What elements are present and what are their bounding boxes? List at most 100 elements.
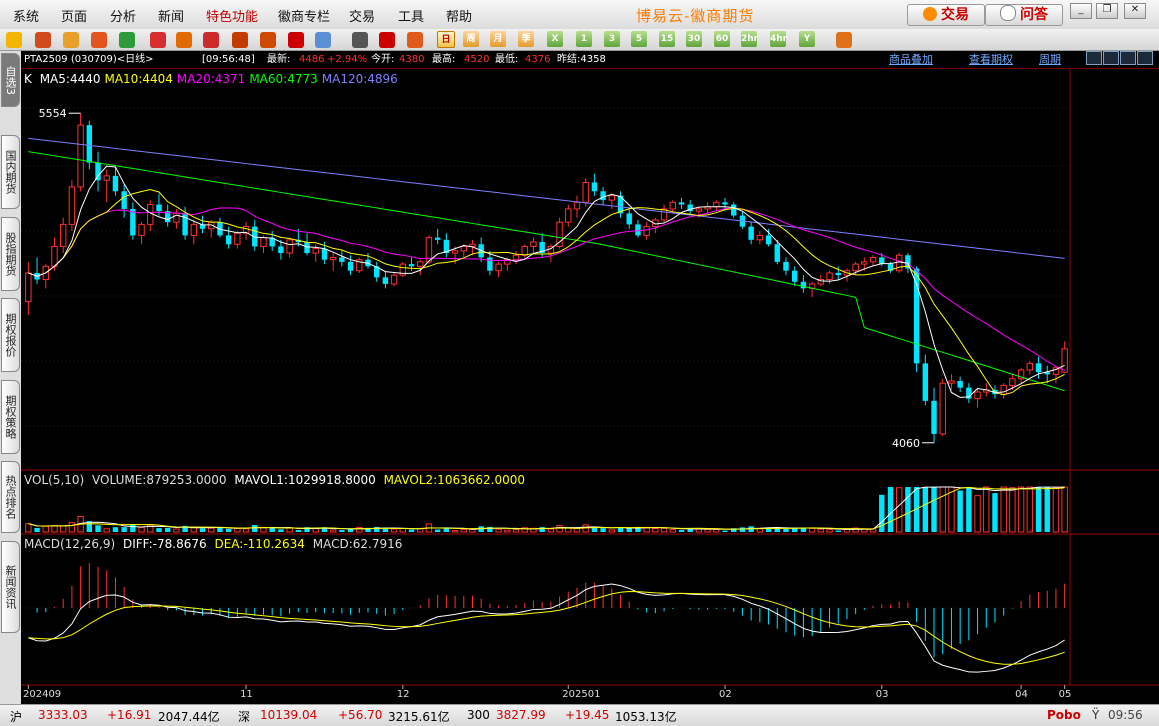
volume-bar [199, 528, 206, 532]
database-icon[interactable] [63, 32, 79, 48]
period-4-button[interactable]: X [547, 31, 563, 47]
period-13-button[interactable]: Y [799, 31, 815, 47]
menu-bar: 博易云-徽商期货 交易 问答 _ ❐ ✕ 系统 页面 分析 新闻 特色功能 徽商专栏 交易工… [0, 0, 1159, 30]
period-2-button[interactable]: 月 [490, 31, 506, 47]
restore-button[interactable]: ❐ [1096, 3, 1118, 19]
candle-body [408, 264, 415, 267]
candle-body [861, 261, 868, 265]
filter-icon[interactable] [288, 32, 304, 48]
search-icon[interactable] [150, 32, 166, 48]
candle-body [51, 245, 58, 267]
candle-body [791, 270, 798, 282]
period-5-button[interactable]: 1 [576, 31, 592, 47]
candle-body [826, 272, 833, 281]
volume-bar [408, 529, 415, 532]
candle-body [451, 250, 459, 254]
home-icon[interactable] [35, 32, 51, 48]
volume-bar [42, 525, 49, 533]
sidebar-tab-6[interactable]: 新闻资讯 [1, 541, 20, 633]
ma-legend-item: MA120:4896 [321, 72, 398, 86]
candle-body [713, 201, 720, 208]
sidebar-tab-3[interactable]: 期权报价 [1, 298, 20, 372]
refresh-icon[interactable] [119, 32, 135, 48]
c300-value: 3827.99 [496, 708, 546, 722]
ma-legend-item: MA20:4371 [176, 72, 246, 86]
candle-body [487, 257, 493, 271]
candle-body [774, 244, 780, 262]
sidebar-tab-0[interactable]: 自选3 [1, 53, 20, 107]
volume-bar [600, 528, 606, 532]
menu-item-2[interactable]: 分析 [110, 6, 136, 25]
volume-bar [905, 487, 911, 532]
menu-item-0[interactable]: 系统 [13, 6, 39, 25]
x-axis-label: 04 [1015, 689, 1028, 700]
zoom-icon[interactable] [176, 32, 192, 48]
close-button[interactable]: ✕ [1124, 3, 1146, 19]
layers-icon[interactable] [203, 32, 219, 48]
back-arrow-icon[interactable] [6, 32, 22, 48]
volume-bar [130, 524, 136, 532]
volume-bar [1000, 486, 1007, 533]
menu-item-8[interactable]: 帮助 [446, 6, 472, 25]
vol-title: VOL(5,10) [24, 473, 85, 487]
period-6-button[interactable]: 3 [604, 31, 620, 47]
volume-bar [722, 530, 728, 532]
news-icon[interactable] [315, 32, 331, 48]
menu-item-4[interactable]: 特色功能 [206, 6, 258, 25]
candle-body [286, 239, 293, 254]
volume-legend: VOL(5,10) VOLUME:879253.0000 MAVOL1:1029… [24, 473, 529, 487]
sidebar-tab-1[interactable]: 国内期货 [1, 135, 20, 209]
volume-bar [669, 529, 676, 533]
period-11-button[interactable]: 2hr [741, 31, 758, 47]
menu-item-1[interactable]: 页面 [61, 6, 87, 25]
candle-body [1061, 348, 1068, 373]
candle-body [748, 226, 754, 240]
period-10-button[interactable]: 60 [714, 31, 730, 47]
volume-bar [826, 528, 833, 533]
period-3-button[interactable]: 季 [518, 31, 534, 47]
period-8-button[interactable]: 15 [659, 31, 675, 47]
chart-area[interactable]: PTA2509 (030709)<日线> [09:56:48] 最新: 4486… [21, 51, 1159, 704]
sidebar-tab-2[interactable]: 股指期货 [1, 217, 20, 291]
menu-item-7[interactable]: 工具 [398, 6, 424, 25]
candle-body [1026, 362, 1034, 371]
calculator-icon[interactable] [91, 32, 107, 48]
line-chart-icon[interactable] [379, 32, 395, 48]
volume-bar [95, 525, 101, 532]
minimize-button[interactable]: _ [1070, 3, 1092, 19]
period-7-button[interactable]: 5 [631, 31, 647, 47]
volume-bar [451, 530, 459, 533]
menu-item-5[interactable]: 徽商专栏 [278, 6, 330, 25]
volume-bar [25, 523, 32, 533]
candle-body [304, 242, 310, 254]
candle-body [957, 381, 963, 388]
table-icon[interactable] [352, 32, 368, 48]
qa-button[interactable]: 问答 [985, 4, 1063, 26]
period-0-button[interactable]: 日 [437, 31, 455, 48]
candle-body [913, 268, 920, 364]
left-tab-strip: 自选3 国内期货股指期货期权报价期权策略热点排名新闻资讯 [0, 51, 22, 704]
menu-item-6[interactable]: 交易 [349, 6, 375, 25]
x-axis-label: 202409 [23, 689, 61, 700]
volume-bar [974, 495, 981, 533]
x-axis-label: 02 [719, 689, 732, 700]
c300-label: 300 [467, 708, 490, 722]
period-9-button[interactable]: 30 [686, 31, 702, 47]
tick-icon[interactable] [407, 32, 423, 48]
trade-button[interactable]: 交易 [907, 4, 985, 26]
ma5-line [28, 165, 1065, 398]
sidebar-tab-4[interactable]: 期权策略 [1, 380, 20, 454]
candle-body [931, 400, 937, 434]
candle-body [635, 224, 641, 236]
period-1-button[interactable]: 周 [463, 31, 479, 47]
volume-bar [234, 528, 241, 533]
volume-bar [382, 528, 389, 532]
candle-body [460, 245, 467, 252]
settings-icon[interactable] [836, 32, 852, 48]
menu-item-3[interactable]: 新闻 [158, 6, 184, 25]
period-12-button[interactable]: 4hr [770, 31, 787, 47]
candle-body [190, 223, 198, 236]
alarm-icon[interactable] [260, 32, 276, 48]
pencil-icon[interactable] [232, 32, 248, 48]
sidebar-tab-5[interactable]: 热点排名 [1, 461, 20, 533]
